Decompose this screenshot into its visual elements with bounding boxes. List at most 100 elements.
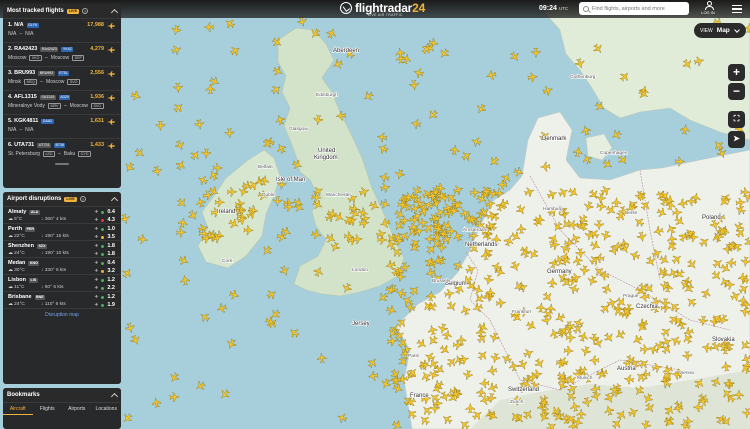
- weather-temp: ☁ 22°C: [8, 234, 25, 239]
- map-place-label: Copenhagen: [600, 150, 628, 156]
- help-icon[interactable]: ?: [79, 196, 86, 202]
- panel-title: Airport disruptions: [7, 196, 62, 202]
- airport-disruption-row[interactable]: Lisbon LIS ☁ 11°C ↓ 50° 6 kts ✈ 1.2 ✈ 2.2: [3, 274, 121, 291]
- tab-flights[interactable]: Flights: [33, 403, 63, 415]
- flight-tag: E75L: [57, 70, 70, 76]
- airport-code: BNE: [34, 294, 46, 300]
- map-place-label: Poland: [702, 215, 721, 221]
- flight-name: 5. KGK4811: [8, 118, 39, 124]
- collapse-chevron-icon[interactable]: [110, 196, 119, 205]
- collapse-chevron-icon[interactable]: [110, 8, 119, 17]
- map-place-label: Isle of Man: [276, 177, 305, 183]
- departure-index: ✈ 1.2: [94, 277, 115, 283]
- map-place-label: Aberdeen: [333, 48, 359, 54]
- map-place-label: Austria: [617, 366, 636, 372]
- search-box[interactable]: [579, 2, 689, 15]
- disruptions-header[interactable]: Airport disruptions LIVE ?: [3, 192, 121, 206]
- weather-icon: ☁: [8, 217, 13, 222]
- airport-disruption-row[interactable]: Shenzhen SZX ☁ 24°C ↓ 190° 10 kts ✈ 1.8 ✈ 1…: [3, 240, 121, 257]
- login-button[interactable]: LOG IN: [697, 1, 719, 15]
- airport-code: SZX: [36, 243, 47, 249]
- chevron-down-icon: [733, 26, 740, 33]
- zoom-in-button[interactable]: +: [728, 64, 745, 81]
- airport-city: Medan: [8, 260, 26, 266]
- user-icon: [704, 1, 714, 10]
- airport-code: KNO: [28, 260, 40, 266]
- wind-arrow-icon: ↓: [41, 285, 44, 290]
- map-place-label: Dublin: [262, 192, 276, 198]
- tracked-flight-row[interactable]: 2. RA42423 RA42423 YK42 4,279 Moscow VKO – Mo…: [3, 42, 121, 66]
- flightradar-app: United Kingdom Isle of Man Ireland Denmark Ne…: [0, 0, 750, 429]
- locate-button[interactable]: ➤: [728, 131, 745, 148]
- status-dot: [101, 303, 105, 307]
- tracking-count: 2,556: [90, 70, 104, 76]
- wind-arrow-icon: ↓: [41, 268, 44, 273]
- tracked-flight-row[interactable]: 1. N/A GLF6 17,988 N/A – N/A: [3, 18, 121, 42]
- tracking-count: 4,279: [90, 46, 104, 52]
- map-place-label: Amsterdam: [463, 227, 488, 233]
- help-icon[interactable]: ?: [82, 8, 89, 14]
- collapse-chevron-icon[interactable]: [110, 392, 119, 401]
- flight-tag: B738: [53, 142, 66, 148]
- wind-arrow-icon: ↓: [41, 234, 44, 239]
- bookmarks-header[interactable]: Bookmarks: [3, 388, 121, 402]
- airport-code: SVO: [67, 79, 80, 85]
- wind-info: ↓ 190° 10 kts: [41, 251, 69, 256]
- map-place-label: London: [352, 267, 368, 273]
- fullscreen-button[interactable]: ⛶: [728, 111, 745, 128]
- tracking-count: 1,631: [90, 118, 104, 124]
- disruption-map-link[interactable]: Disruption map: [3, 308, 121, 321]
- tab-airports[interactable]: Airports: [62, 403, 92, 415]
- tab-locations[interactable]: Locations: [92, 403, 122, 415]
- wind-info: ↓ 110° 6 kts: [41, 302, 66, 307]
- zoom-out-button[interactable]: −: [728, 83, 745, 100]
- airport-disruption-row[interactable]: Almaty ALA ☁ 5°C ↓ 360° 4 kts ✈ 0.4 ✈ 4.3: [3, 206, 121, 223]
- map-place-label: Denmark: [542, 136, 567, 142]
- airport-disruption-row[interactable]: Brisbane BNE ☁ 24°C ↓ 110° 6 kts ✈ 1.2 ✈ 1.…: [3, 291, 121, 308]
- fullscreen-icon: ⛶: [733, 114, 740, 123]
- map-place-label: United: [318, 148, 335, 154]
- departure-index: ✈ 1.8: [94, 243, 115, 249]
- map-place-label: Ireland: [217, 209, 235, 215]
- search-input[interactable]: [592, 5, 687, 12]
- wind-info: ↓ 190° 16 kts: [41, 234, 69, 239]
- most-tracked-header[interactable]: Most tracked flights LIVE ?: [3, 4, 121, 18]
- search-icon: [583, 5, 589, 12]
- departure-icon: ✈: [94, 294, 99, 299]
- tracked-flight-row[interactable]: 5. KGK4811 DAA2 1,631 N/A – N/A: [3, 114, 121, 138]
- route-to: Moscow: [46, 79, 65, 85]
- menu-icon[interactable]: [732, 5, 742, 13]
- live-badge: LIVE: [64, 196, 77, 202]
- weather-icon: ☁: [8, 234, 13, 239]
- departure-index: ✈ 0.4: [94, 209, 115, 215]
- status-dot: [101, 286, 105, 290]
- departure-index: ✈ 1.0: [94, 226, 115, 232]
- flight-tag: RA42423: [40, 46, 59, 52]
- airport-disruption-row[interactable]: Perth PER ☁ 22°C ↓ 190° 16 kts ✈ 1.0 ✈ 3.5: [3, 223, 121, 240]
- map-place-label: Jersey: [352, 321, 370, 327]
- airport-disruption-row[interactable]: Medan KNO ☁ 30°C ↓ 330° 6 kts ✈ 0.4 ✈ 3.2: [3, 257, 121, 274]
- weather-temp: ☁ 24°C: [8, 251, 25, 256]
- departure-icon: ✈: [94, 243, 99, 248]
- flight-tag: YK42: [61, 46, 74, 52]
- airplane-icon: [107, 95, 115, 101]
- route-from: Moscow: [8, 55, 27, 61]
- tracked-flight-row[interactable]: 6. UTA731 UT731 B738 1,433 St. Petersburg L…: [3, 138, 121, 162]
- view-label: VIEW: [700, 27, 713, 34]
- route-to: Moscow: [69, 103, 89, 109]
- airplane-icon: [107, 47, 115, 53]
- scroll-indicator[interactable]: [3, 162, 121, 166]
- route-from: Minsk: [8, 79, 22, 85]
- route-from: N/A: [8, 31, 17, 37]
- map-place-label: Zurich: [510, 399, 524, 405]
- tracked-flight-row[interactable]: 3. BRU993 BRU993 E75L 2,556 Minsk MSQ – Mosco…: [3, 66, 121, 90]
- view-map-toggle[interactable]: VIEW Map: [694, 23, 746, 38]
- airport-city: Brisbane: [8, 294, 32, 300]
- map-place-label: France: [410, 393, 429, 399]
- tracked-flight-row[interactable]: 4. AFL1315 SU1315 A320 1,936 Mineralnye Vo…: [3, 90, 121, 114]
- airport-code: MRV: [47, 103, 61, 109]
- tracking-count: 1,936: [90, 94, 104, 100]
- map-place-label: Manchester: [326, 192, 351, 198]
- tab-aircraft[interactable]: Aircraft: [3, 403, 33, 415]
- weather-temp: ☁ 5°C: [8, 217, 23, 222]
